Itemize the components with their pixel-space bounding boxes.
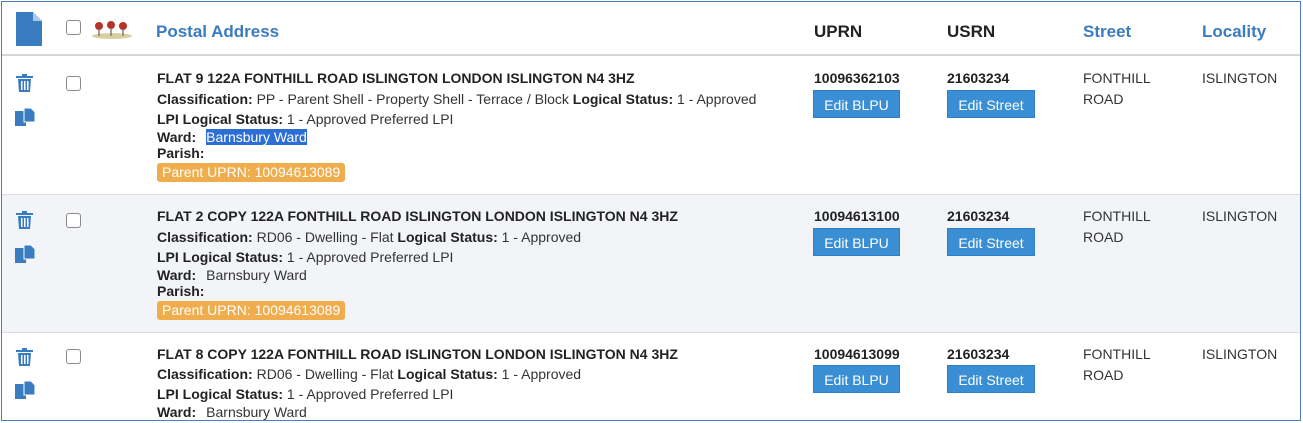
edit-blpu-button[interactable]: Edit BLPU	[813, 90, 900, 118]
edit-blpu-button[interactable]: Edit BLPU	[813, 228, 900, 256]
classification-line: Classification: PP - Parent Shell - Prop…	[157, 91, 757, 107]
parish-line: Parish:	[157, 145, 205, 161]
postal-address-header[interactable]: Postal Address	[156, 22, 279, 42]
copy-icon[interactable]	[15, 381, 35, 399]
street-value: FONTHILL ROAD	[1083, 346, 1151, 383]
document-icon[interactable]	[16, 12, 42, 46]
copy-icon[interactable]	[15, 108, 35, 126]
postal-address[interactable]: FLAT 2 COPY 122A FONTHILL ROAD ISLINGTON…	[157, 208, 678, 224]
street-header[interactable]: Street	[1083, 22, 1131, 42]
address-results-table: Postal Address UPRN USRN Street Locality…	[1, 1, 1301, 421]
lpi-status-line: LPI Logical Status: 1 - Approved Preferr…	[157, 386, 454, 402]
table-row: FLAT 8 COPY 122A FONTHILL ROAD ISLINGTON…	[2, 333, 1300, 420]
classification-line: Classification: RD06 - Dwelling - Flat L…	[157, 229, 582, 245]
locality-value: ISLINGTON	[1202, 208, 1278, 224]
parent-uprn-badge[interactable]: Parent UPRN: 10094613089	[157, 301, 346, 320]
lpi-status-line: LPI Logical Status: 1 - Approved Preferr…	[157, 249, 454, 265]
uprn-value: 10096362103	[814, 70, 900, 86]
ward-line: Ward: Barnsbury Ward	[157, 267, 307, 283]
parent-uprn-badge[interactable]: Parent UPRN: 10094613089	[157, 163, 346, 182]
edit-street-button[interactable]: Edit Street	[947, 365, 1035, 393]
trash-icon[interactable]	[16, 348, 33, 366]
locality-value: ISLINGTON	[1202, 70, 1278, 86]
table-row: FLAT 9 122A FONTHILL ROAD ISLINGTON LOND…	[2, 56, 1300, 195]
usrn-value: 21603234	[947, 346, 1010, 362]
uprn-value: 10094613099	[814, 346, 900, 362]
uprn-value: 10094613100	[814, 208, 900, 224]
edit-street-button[interactable]: Edit Street	[947, 228, 1035, 256]
street-value: FONTHILL ROAD	[1083, 70, 1151, 107]
select-all-checkbox[interactable]	[66, 20, 81, 35]
map-pins-icon[interactable]	[90, 20, 134, 40]
classification-line: Classification: RD06 - Dwelling - Flat L…	[157, 366, 582, 382]
ward-line: Ward: Barnsbury Ward	[157, 404, 307, 420]
trash-icon[interactable]	[16, 211, 33, 229]
row-checkbox[interactable]	[66, 349, 81, 364]
table-header: Postal Address UPRN USRN Street Locality	[2, 2, 1300, 56]
usrn-value: 21603234	[947, 70, 1010, 86]
edit-street-button[interactable]: Edit Street	[947, 90, 1035, 118]
postal-address[interactable]: FLAT 8 COPY 122A FONTHILL ROAD ISLINGTON…	[157, 346, 678, 362]
row-checkbox[interactable]	[66, 76, 81, 91]
trash-icon[interactable]	[16, 74, 33, 92]
street-value: FONTHILL ROAD	[1083, 208, 1151, 245]
postal-address[interactable]: FLAT 9 122A FONTHILL ROAD ISLINGTON LOND…	[157, 70, 635, 86]
parish-line: Parish:	[157, 283, 205, 299]
ward-line: Ward: Barnsbury Ward	[157, 129, 307, 145]
locality-value: ISLINGTON	[1202, 346, 1278, 362]
row-checkbox[interactable]	[66, 213, 81, 228]
usrn-value: 21603234	[947, 208, 1010, 224]
uprn-header: UPRN	[814, 22, 863, 41]
lpi-status-line: LPI Logical Status: 1 - Approved Preferr…	[157, 111, 454, 127]
usrn-header: USRN	[947, 22, 996, 41]
locality-header[interactable]: Locality	[1202, 22, 1266, 42]
edit-blpu-button[interactable]: Edit BLPU	[813, 365, 900, 393]
table-row: FLAT 2 COPY 122A FONTHILL ROAD ISLINGTON…	[2, 195, 1300, 333]
copy-icon[interactable]	[15, 245, 35, 263]
